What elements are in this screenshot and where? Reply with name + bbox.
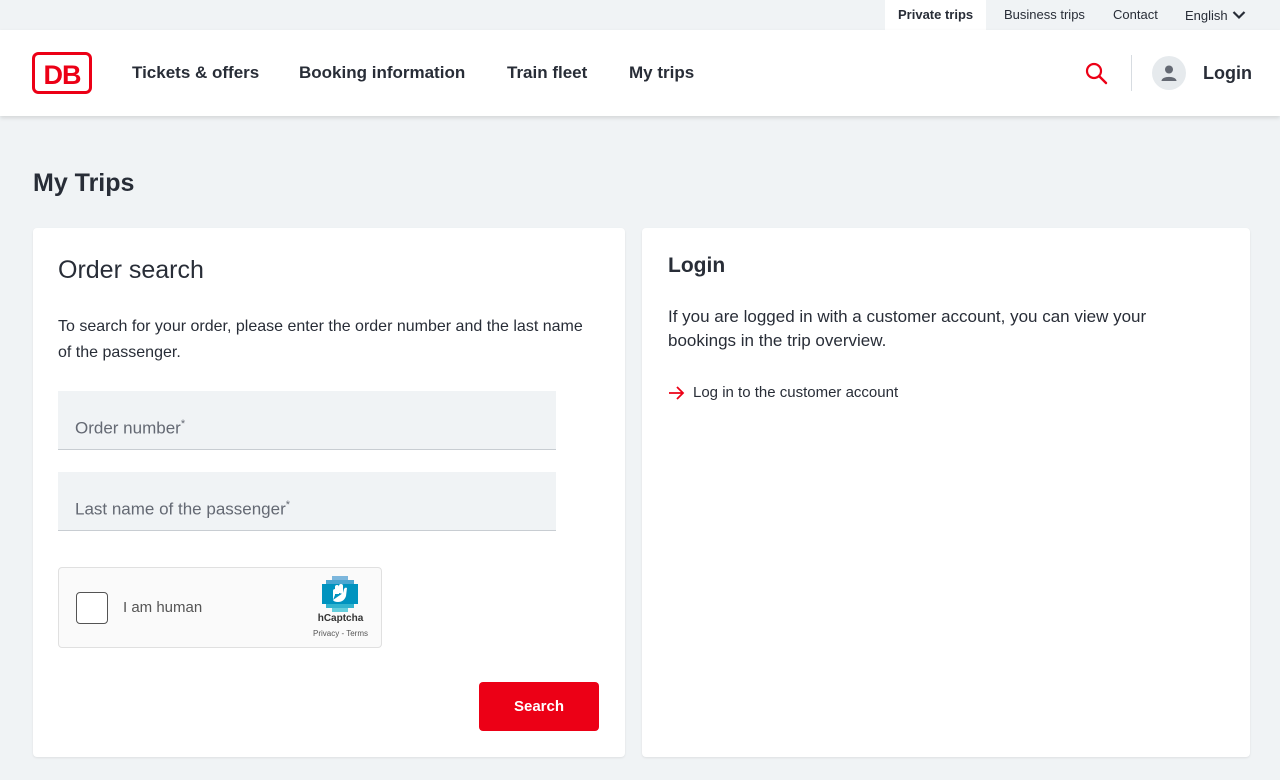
hcaptcha-logo-icon [322, 576, 358, 612]
captcha-label: I am human [123, 599, 203, 616]
order-search-intro: To search for your order, please enter t… [58, 318, 583, 361]
last-name-label: Last name of the passenger* [75, 482, 290, 520]
required-mark: * [285, 499, 291, 512]
customer-account-link[interactable]: Log in to the customer account [668, 384, 898, 401]
search-button[interactable]: Search [479, 682, 599, 731]
captcha-checkbox[interactable] [76, 592, 108, 624]
chevron-down-icon [1232, 11, 1245, 20]
page-title: My Trips [33, 169, 135, 197]
db-logo-text: DB [44, 60, 81, 90]
last-name-field[interactable]: Last name of the passenger* [58, 472, 556, 531]
nav-booking-information[interactable]: Booking information [299, 63, 465, 83]
search-icon[interactable] [1084, 61, 1108, 85]
order-number-label: Order number* [75, 401, 185, 439]
hcaptcha-widget: I am human hCaptcha Privacy - Terms [58, 567, 382, 648]
header-login-link[interactable]: Login [1203, 63, 1252, 84]
header-divider [1131, 55, 1132, 91]
captcha-privacy-terms[interactable]: Privacy - Terms [289, 629, 392, 638]
login-description: If you are logged in with a customer acc… [668, 307, 1147, 350]
order-search-card: Order search To search for your order, p… [33, 228, 625, 757]
login-title: Login [668, 254, 726, 277]
captcha-brand: hCaptcha [317, 613, 364, 624]
order-search-title: Order search [58, 256, 204, 284]
language-selector[interactable]: English [1185, 0, 1246, 30]
customer-account-link-label: Log in to the customer account [693, 384, 899, 401]
last-name-label-text: Last name of the passenger [75, 499, 286, 519]
user-icon [1161, 65, 1177, 81]
order-number-field[interactable]: Order number* [58, 391, 556, 450]
topbar-private-trips[interactable]: Private trips [885, 0, 987, 30]
top-utility-bar: Private trips Business trips Contact Eng… [0, 0, 1280, 30]
avatar[interactable] [1152, 56, 1186, 90]
nav-train-fleet[interactable]: Train fleet [507, 63, 587, 83]
topbar-business-trips[interactable]: Business trips [1004, 0, 1085, 30]
nav-tickets-offers[interactable]: Tickets & offers [132, 63, 259, 83]
order-number-label-text: Order number [75, 418, 181, 438]
required-mark: * [180, 418, 186, 431]
main-header: DB Tickets & offers Booking information … [0, 30, 1280, 116]
arrow-right-icon [669, 385, 685, 400]
topbar-contact[interactable]: Contact [1113, 0, 1158, 30]
nav-my-trips[interactable]: My trips [629, 63, 694, 83]
login-card: Login If you are logged in with a custom… [642, 228, 1250, 757]
language-label: English [1185, 7, 1228, 23]
db-logo[interactable]: DB [32, 52, 92, 94]
